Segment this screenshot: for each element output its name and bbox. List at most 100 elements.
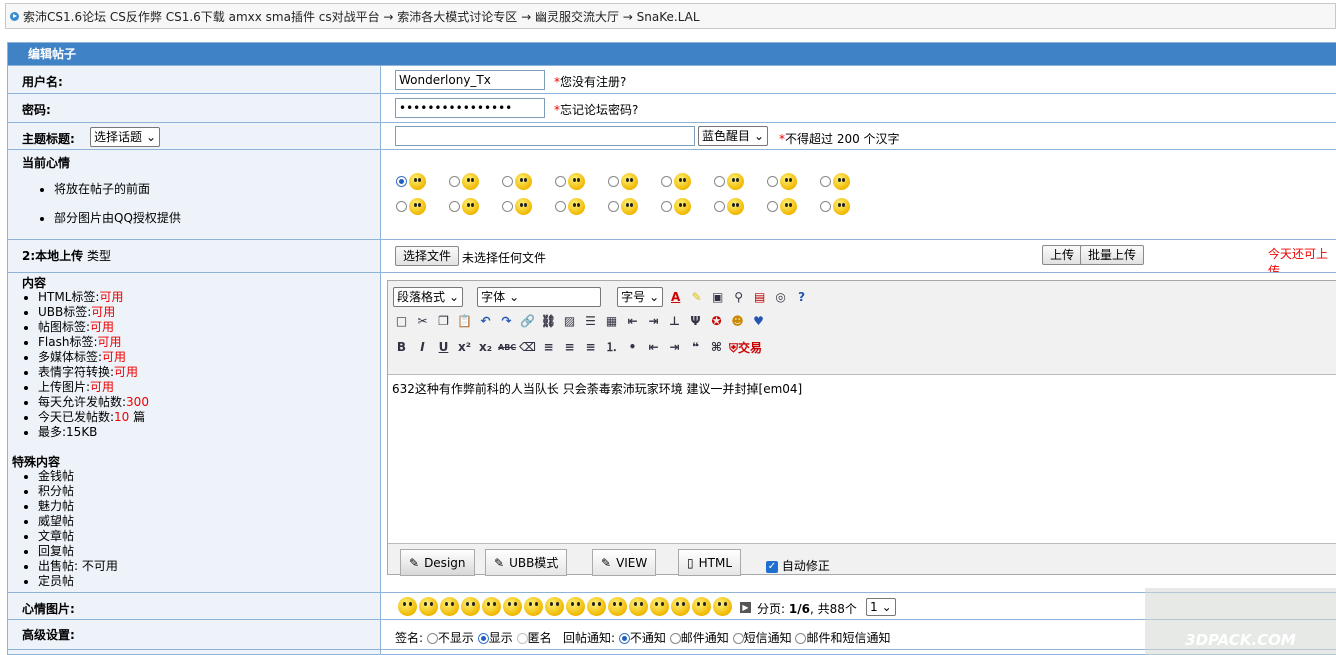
tab-html[interactable]: ▯ HTML <box>678 549 742 576</box>
emotion-icon[interactable] <box>587 597 606 616</box>
breadcrumb[interactable]: 索沛CS1.6论坛 CS反作弊 CS1.6下载 amxx sma插件 cs对战平… <box>5 3 1336 29</box>
mood-option[interactable] <box>396 198 447 215</box>
special-item[interactable]: 金钱帖 <box>38 469 380 484</box>
qq-icon[interactable]: ♥ <box>750 313 767 330</box>
search-icon[interactable]: ◎ <box>772 289 789 306</box>
trade-button[interactable]: ⛨交易 <box>729 339 762 356</box>
mood-option[interactable] <box>661 173 712 190</box>
emotion-icon[interactable] <box>671 597 690 616</box>
autofix-option[interactable]: ✓ 自动修正 <box>766 557 830 574</box>
unlink-icon[interactable]: ⛓ <box>540 313 557 330</box>
mood-radio[interactable] <box>449 176 460 187</box>
special-item[interactable]: 威望帖 <box>38 514 380 529</box>
box-icon[interactable]: ▣ <box>709 289 726 306</box>
special-item[interactable]: 出售帖: 不可用 <box>38 559 380 574</box>
mood-radio[interactable] <box>820 176 831 187</box>
sign-show-radio[interactable] <box>477 633 489 644</box>
choose-file-button[interactable]: 选择文件 <box>395 246 460 266</box>
font-size-select[interactable]: 字号 <box>617 287 664 307</box>
register-link[interactable]: 您没有注册? <box>560 75 626 89</box>
mood-radio[interactable] <box>661 201 672 212</box>
mood-radio[interactable] <box>396 201 407 212</box>
mood-radio[interactable] <box>714 201 725 212</box>
paragraph-format-select[interactable]: 段落格式 <box>393 287 464 307</box>
flash-icon[interactable]: ✪ <box>708 313 725 330</box>
batch-upload-button[interactable]: 批量上传 <box>1080 245 1145 265</box>
emoticon-icon[interactable]: ☻ <box>729 313 746 330</box>
mood-option[interactable] <box>502 173 553 190</box>
tab-view[interactable]: ✎ VIEW <box>592 549 657 576</box>
italic-icon[interactable]: I <box>414 339 431 356</box>
special-item[interactable]: 定员帖 <box>38 574 380 589</box>
editor-content[interactable]: 632这种有作弊前科的人当队长 只会荼毒索沛玩家环境 建议一并封掉[em04] <box>388 374 1336 544</box>
rule-icon[interactable]: ☰ <box>582 313 599 330</box>
notify-none-radio[interactable] <box>618 633 630 644</box>
emotion-icon[interactable] <box>503 597 522 616</box>
emotion-icon[interactable] <box>419 597 438 616</box>
undo-icon[interactable]: ↶ <box>477 313 494 330</box>
image-icon[interactable]: ▨ <box>561 313 578 330</box>
link-icon[interactable]: 🔗 <box>519 313 536 330</box>
table-icon[interactable]: ▦ <box>603 313 620 330</box>
mood-radio[interactable] <box>767 176 778 187</box>
next-page-icon[interactable]: ▶ <box>740 602 751 613</box>
mood-radio[interactable] <box>449 201 460 212</box>
split-icon[interactable]: ⊥ <box>666 313 683 330</box>
upload-button[interactable]: 上传 <box>1042 245 1083 265</box>
mood-option[interactable] <box>396 173 447 190</box>
indent-icon[interactable]: ⇥ <box>666 339 683 356</box>
emotion-icon[interactable] <box>440 597 459 616</box>
unordered-list-icon[interactable]: • <box>624 339 641 356</box>
emotion-icon[interactable] <box>461 597 480 616</box>
subscript-icon[interactable]: x₂ <box>477 339 494 356</box>
mood-radio[interactable] <box>767 201 778 212</box>
merge-icon[interactable]: Ψ <box>687 313 704 330</box>
mood-option[interactable] <box>502 198 553 215</box>
forgot-password-link[interactable]: 忘记论坛密码? <box>560 103 638 117</box>
mood-option[interactable] <box>767 198 818 215</box>
mood-radio[interactable] <box>661 176 672 187</box>
mood-radio[interactable] <box>555 201 566 212</box>
page-select[interactable]: 1 <box>866 598 896 616</box>
emotion-icon[interactable] <box>650 597 669 616</box>
tab-design[interactable]: ✎ Design <box>400 549 475 576</box>
emotion-icon[interactable] <box>566 597 585 616</box>
outdent-icon[interactable]: ⇤ <box>645 339 662 356</box>
mood-option[interactable] <box>555 198 606 215</box>
align-right-icon[interactable]: ≡ <box>582 339 599 356</box>
mood-radio[interactable] <box>714 176 725 187</box>
notify-both-radio[interactable] <box>795 633 807 644</box>
highlight-icon[interactable]: ✎ <box>688 289 705 306</box>
mood-radio[interactable] <box>502 176 513 187</box>
sign-hide-radio[interactable] <box>426 633 438 644</box>
strikethrough-icon[interactable]: ABC <box>498 339 516 356</box>
notify-email-radio[interactable] <box>669 633 681 644</box>
mood-radio[interactable] <box>396 176 407 187</box>
redo-icon[interactable]: ↷ <box>498 313 515 330</box>
username-input[interactable] <box>395 70 545 90</box>
mood-option[interactable] <box>820 198 871 215</box>
mood-radio[interactable] <box>502 201 513 212</box>
mood-option[interactable] <box>555 173 606 190</box>
mood-radio[interactable] <box>608 176 619 187</box>
emotion-icon[interactable] <box>524 597 543 616</box>
eraser-icon[interactable]: ⌫ <box>519 339 536 356</box>
autofix-checkbox[interactable]: ✓ <box>766 560 778 573</box>
subject-input[interactable] <box>395 126 695 146</box>
topic-select[interactable]: 选择话题 <box>90 127 161 147</box>
code-icon[interactable]: ⌘ <box>708 339 725 356</box>
align-center-icon[interactable]: ≡ <box>561 339 578 356</box>
emotion-icon[interactable] <box>713 597 732 616</box>
media-icon[interactable]: ▤ <box>751 289 768 306</box>
emotion-icon[interactable] <box>629 597 648 616</box>
emotion-icon[interactable] <box>482 597 501 616</box>
quote-icon[interactable]: ❝ <box>687 339 704 356</box>
underline-icon[interactable]: U <box>435 339 452 356</box>
color-select[interactable]: 蓝色醒目 <box>698 126 769 146</box>
breadcrumb-text[interactable]: 索沛CS1.6论坛 CS反作弊 CS1.6下载 amxx sma插件 cs对战平… <box>23 8 700 25</box>
notify-sms-radio[interactable] <box>732 633 744 644</box>
align-left-icon[interactable]: ≡ <box>540 339 557 356</box>
mood-option[interactable] <box>714 173 765 190</box>
special-item[interactable]: 积分帖 <box>38 484 380 499</box>
tab-ubb[interactable]: ✎ UBB模式 <box>485 549 568 576</box>
